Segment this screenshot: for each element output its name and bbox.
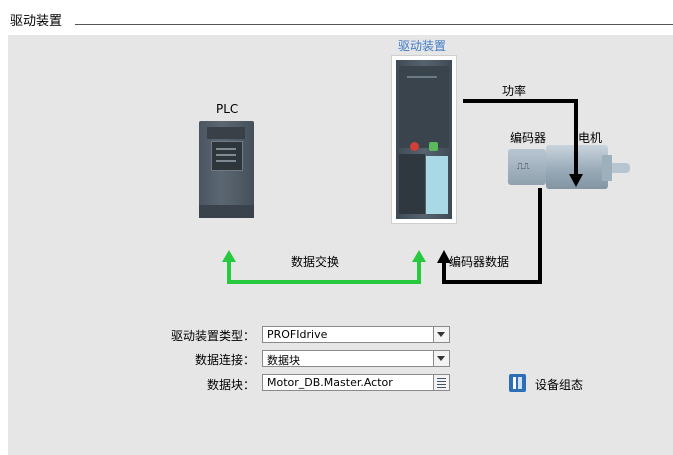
power-arrow (463, 99, 578, 175)
data-exchange-arrowhead-right (412, 250, 426, 262)
data-exchange-label: 数据交换 (291, 255, 340, 269)
data-exchange-arrowhead-left (222, 250, 236, 262)
power-arrowhead (569, 174, 583, 187)
chevron-down-icon[interactable] (433, 351, 449, 366)
data-connection-label: 数据连接： (194, 353, 255, 367)
data-block-field[interactable]: Motor_DB.Master.Actor (262, 374, 450, 391)
list-picker-icon[interactable] (433, 375, 449, 390)
device-config-link[interactable]: 设备组态 (535, 376, 583, 393)
data-block-label: 数据块： (206, 378, 255, 392)
device-config-icon[interactable] (509, 374, 526, 392)
encoder-data-label: 编码器数据 (449, 255, 510, 269)
drive-type-value: PROFIdrive (267, 328, 328, 341)
chevron-down-icon[interactable] (433, 327, 449, 342)
data-connection-select[interactable]: 数据块 (262, 350, 450, 367)
data-block-value: Motor_DB.Master.Actor (267, 376, 393, 389)
drive-type-select[interactable]: PROFIdrive (262, 326, 450, 343)
drive-type-label: 驱动装置类型： (170, 329, 255, 343)
data-connection-value: 数据块 (267, 354, 300, 367)
